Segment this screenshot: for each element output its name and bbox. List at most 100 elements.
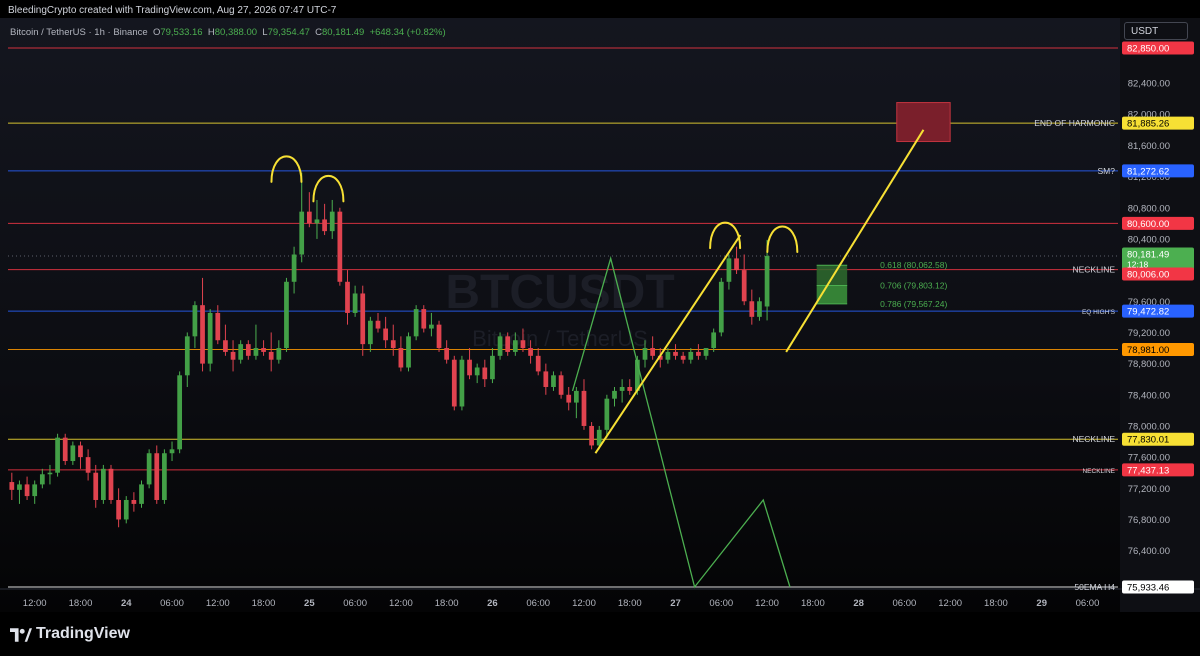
candle-body <box>337 211 343 282</box>
y-tick-label: 76,400.00 <box>1128 546 1170 557</box>
candle-body <box>47 472 53 475</box>
candle-body <box>451 359 457 407</box>
candle-body <box>299 211 305 255</box>
level-label: NECKLINE <box>1072 434 1115 444</box>
candle-body <box>535 355 541 372</box>
candle-body <box>673 351 678 356</box>
price-tag: 79,472.82 <box>1127 307 1169 318</box>
candle-body <box>436 324 442 349</box>
x-tick-label: 06:00 <box>893 598 917 609</box>
y-tick-label: 77,200.00 <box>1128 484 1170 495</box>
candle-body <box>291 254 297 282</box>
candle-body <box>703 348 709 356</box>
y-tick-label: 80,400.00 <box>1128 234 1170 245</box>
legend-h-label: H <box>207 27 215 38</box>
candle-body <box>17 484 22 490</box>
candle-body <box>184 336 190 376</box>
candle-body <box>573 390 579 403</box>
candle-body <box>78 445 83 458</box>
fib-zone-upper <box>816 265 848 286</box>
candle-body <box>474 367 480 376</box>
candle-body <box>169 449 175 454</box>
x-tick-label: 27 <box>670 598 681 609</box>
candle-body <box>604 398 610 430</box>
candle-body <box>146 453 152 485</box>
tradingview-brand: TradingView <box>36 625 130 642</box>
currency-selector[interactable]: USDT <box>1124 22 1188 40</box>
candle-body <box>55 437 60 473</box>
level-label: SM? <box>1098 166 1116 176</box>
candle-body <box>680 355 686 360</box>
price-tag: 77,437.13 <box>1127 465 1169 476</box>
x-tick-label: 06:00 <box>160 598 184 609</box>
candle-body <box>268 351 274 360</box>
candle-body <box>505 336 511 352</box>
hand-drawn-arch <box>312 174 345 203</box>
candle-body <box>131 499 137 504</box>
hand-drawn-arch <box>709 221 742 250</box>
candle-body <box>429 324 434 329</box>
candle-body <box>345 281 350 313</box>
x-tick-label: 18:00 <box>984 598 1008 609</box>
x-tick-label: 12:00 <box>23 598 47 609</box>
candle-body <box>162 453 167 500</box>
candle-body <box>207 312 213 364</box>
price-tag: 77,830.01 <box>1127 435 1169 446</box>
level-label: NECKLINE <box>1082 468 1115 475</box>
candle-body <box>230 351 236 360</box>
candle-body <box>108 468 114 500</box>
level-label: END OF HARMONIC <box>1034 118 1115 128</box>
x-tick-label: 26 <box>487 598 498 609</box>
fib-level-label: 0.618 (80,062.58) <box>880 260 947 270</box>
price-chart[interactable]: BTCUSDTBitcoin / TetherUS76,400.0076,800… <box>0 0 1200 612</box>
candle-body <box>261 348 266 352</box>
legend-low: 79,354.47 <box>267 27 310 38</box>
candle-body <box>528 348 533 356</box>
x-tick-label: 06:00 <box>343 598 367 609</box>
candle-body <box>726 258 732 282</box>
candle-body <box>368 320 373 345</box>
candle-body <box>306 211 312 224</box>
fib-level-label: 0.786 (79,567.24) <box>880 299 947 309</box>
candle-body <box>543 371 549 387</box>
candle-body <box>551 375 556 387</box>
y-tick-label: 78,800.00 <box>1128 359 1170 370</box>
candle-body <box>757 301 762 317</box>
candle-body <box>223 340 228 352</box>
candle-body <box>284 281 289 349</box>
yellow-trend-line <box>785 129 925 353</box>
x-tick-label: 24 <box>121 598 132 609</box>
legend-change: +648.34 (+0.82%) <box>369 27 446 38</box>
x-tick-label: 28 <box>853 598 864 609</box>
x-tick-label: 25 <box>304 598 315 609</box>
y-tick-label: 82,400.00 <box>1128 79 1170 90</box>
candle-body <box>558 375 564 395</box>
candle-body <box>360 293 366 345</box>
ohlc-legend: Bitcoin / TetherUS · 1h · Binance O79,53… <box>10 27 446 38</box>
x-tick-label: 18:00 <box>435 598 459 609</box>
candle-body <box>139 484 144 504</box>
candle-body <box>383 328 388 341</box>
level-label: 50EMA H4 <box>1074 582 1115 592</box>
legend-close: 80,181.49 <box>322 27 365 38</box>
candle-body <box>596 429 602 446</box>
candle-body <box>581 390 587 426</box>
candle-body <box>200 305 205 364</box>
x-tick-label: 12:00 <box>389 598 413 609</box>
candle-body <box>764 255 770 307</box>
candle-body <box>398 348 404 368</box>
legend-c-label: C <box>315 27 323 38</box>
hand-drawn-arch <box>766 225 799 254</box>
candle-body <box>253 348 259 356</box>
candle-body <box>711 332 717 349</box>
candle-body <box>467 359 472 376</box>
x-tick-label: 29 <box>1036 598 1047 609</box>
candle-body <box>406 336 411 368</box>
y-tick-label: 80,800.00 <box>1128 203 1170 214</box>
candle-body <box>192 305 198 337</box>
candle-body <box>238 344 244 360</box>
candle-body <box>459 359 465 407</box>
candle-body <box>85 457 91 473</box>
candle-body <box>566 394 572 403</box>
candle-body <box>70 445 76 462</box>
